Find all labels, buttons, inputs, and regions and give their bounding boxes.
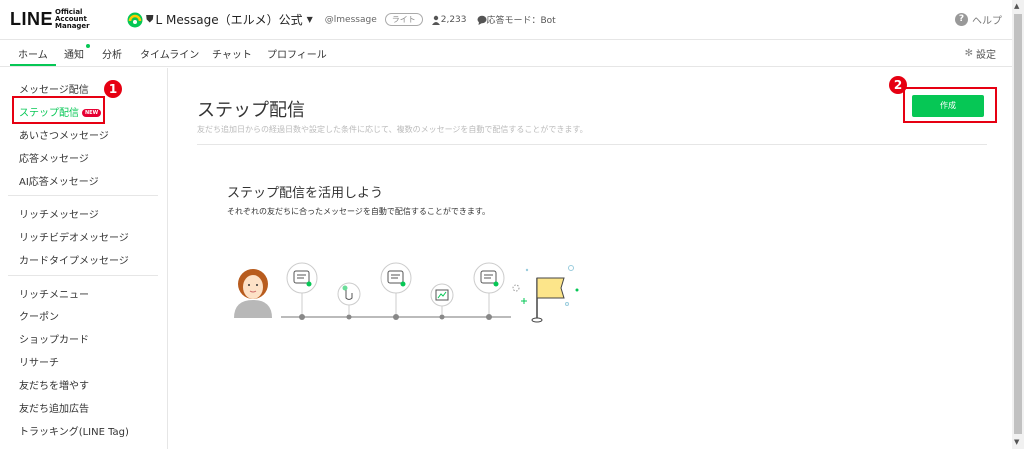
tap-bubble-icon <box>337 282 361 314</box>
annotation-badge-2: 2 <box>889 76 907 94</box>
verified-shield-icon: ⛊ <box>146 14 154 25</box>
sidebar-item-tracking[interactable]: トラッキング(LINE Tag) <box>19 423 129 438</box>
plan-badge: ライト <box>384 13 423 26</box>
help-label: ヘルプ <box>972 16 1002 27</box>
highlight-box-create <box>903 87 997 123</box>
message-bubble-icon <box>286 262 318 314</box>
tab-profile[interactable]: プロフィール <box>267 46 327 61</box>
friends-count-value: 2,233 <box>440 14 467 25</box>
highlight-box-step-delivery <box>12 96 105 124</box>
person-illustration-icon <box>234 269 272 318</box>
main-nav-tabs: ホーム 通知 分析 タイムライン チャット プロフィール ✻ 設定 <box>0 40 1012 67</box>
scroll-up-arrow-icon[interactable]: ▲ <box>1014 2 1019 10</box>
content-divider <box>197 144 987 145</box>
sidebar-item-friend-ads[interactable]: 友だち追加広告 <box>19 400 89 415</box>
logo-sub-text: Official Account Manager <box>55 8 90 30</box>
account-dropdown-icon[interactable]: ▼ <box>307 15 313 24</box>
sidebar: メッセージ配信 ステップ配信 NEW あいさつメッセージ 応答メッセージ AI応答… <box>0 68 168 449</box>
promo-description: それぞれの友だちに合ったメッセージを自動で配信することができます。 <box>227 207 491 216</box>
scrollbar-thumb[interactable] <box>1014 14 1022 434</box>
reply-mode-label: 応答モード：Bot <box>486 16 556 26</box>
account-avatar-icon[interactable] <box>127 12 143 28</box>
sidebar-divider <box>8 275 158 276</box>
sidebar-item-rich-video-message[interactable]: リッチビデオメッセージ <box>19 229 129 244</box>
page-description: 友だち追加日からの経過日数や設定した条件に応じて、複数のメッセージを自動で配信す… <box>197 125 588 134</box>
annotation-badge-1: 1 <box>104 80 122 98</box>
help-link[interactable]: ? ヘルプ <box>955 12 1002 27</box>
friends-count: 2,233 <box>431 15 467 25</box>
sidebar-item-card-message[interactable]: カードタイプメッセージ <box>19 252 129 267</box>
sidebar-item-rich-menu[interactable]: リッチメニュー <box>19 286 89 301</box>
tab-chat[interactable]: チャット <box>212 46 252 61</box>
line-oa-logo[interactable]: LINE Official Account Manager <box>10 9 111 30</box>
sidebar-item-auto-reply[interactable]: 応答メッセージ <box>19 150 89 165</box>
active-tab-indicator <box>10 64 56 66</box>
sidebar-item-research[interactable]: リサーチ <box>19 354 59 369</box>
sidebar-item-coupon[interactable]: クーポン <box>19 308 59 323</box>
page-scrollbar[interactable]: ▲ ▼ <box>1012 0 1024 449</box>
sidebar-item-greeting-message[interactable]: あいさつメッセージ <box>19 127 109 142</box>
gear-icon: ✻ <box>964 48 973 59</box>
top-bar: LINE Official Account Manager ⛊ L Messag… <box>0 0 1012 40</box>
account-id: @lmessage <box>324 14 377 25</box>
sidebar-item-gain-friends[interactable]: 友だちを増やす <box>19 377 89 392</box>
main-content: ステップ配信 友だち追加日からの経過日数や設定した条件に応じて、複数のメッセージ… <box>169 68 1012 449</box>
chat-bubble-icon <box>477 15 486 25</box>
notification-dot <box>86 44 90 48</box>
sidebar-item-shop-card[interactable]: ショップカード <box>19 331 89 346</box>
message-bubble-icon <box>380 262 412 314</box>
page-title: ステップ配信 <box>197 100 305 121</box>
settings-label: 設定 <box>976 50 996 61</box>
tab-analytics[interactable]: 分析 <box>102 46 122 61</box>
sidebar-item-message-delivery[interactable]: メッセージ配信 <box>19 81 89 96</box>
tab-notifications[interactable]: 通知 <box>64 46 84 61</box>
promo-title: ステップ配信を活用しよう <box>227 186 384 201</box>
step-delivery-illustration <box>234 262 579 323</box>
person-icon <box>431 15 440 25</box>
image-bubble-icon <box>430 283 454 314</box>
message-bubble-icon <box>473 262 505 314</box>
help-icon: ? <box>955 13 968 26</box>
tab-home[interactable]: ホーム <box>18 46 48 61</box>
reply-mode[interactable]: 応答モード：Bot <box>477 13 556 26</box>
sidebar-item-rich-message[interactable]: リッチメッセージ <box>19 206 99 221</box>
scroll-down-arrow-icon[interactable]: ▼ <box>1014 438 1019 446</box>
settings-link[interactable]: ✻ 設定 <box>965 46 996 61</box>
sidebar-item-ai-reply[interactable]: AI応答メッセージ <box>19 173 99 188</box>
tab-timeline[interactable]: タイムライン <box>140 46 199 61</box>
logo-line-text: LINE <box>10 9 54 29</box>
goal-flag-icon <box>512 265 579 323</box>
sidebar-divider <box>8 195 158 196</box>
account-name[interactable]: L Message（エルメ）公式 <box>156 11 303 28</box>
